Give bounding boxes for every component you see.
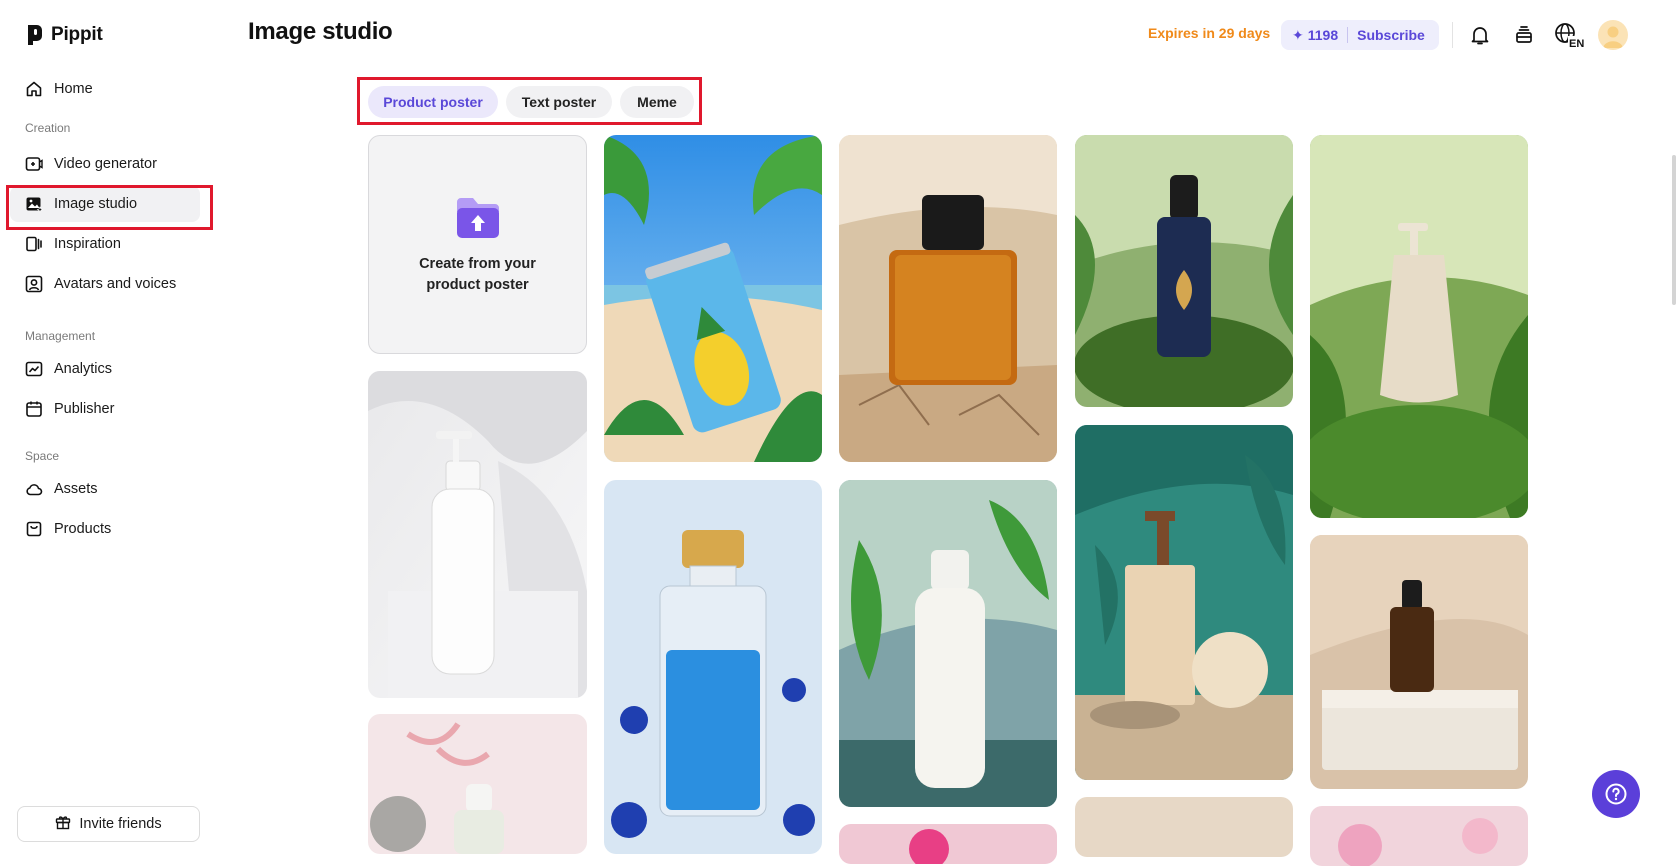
upload-card-text: Create from your product poster: [419, 255, 536, 293]
page-scrollbar[interactable]: [1672, 155, 1676, 305]
header-divider: [1452, 22, 1453, 48]
sidebar-item-publisher[interactable]: Publisher: [10, 391, 200, 427]
sidebar-item-label: Video generator: [54, 156, 157, 172]
user-avatar[interactable]: [1598, 20, 1628, 50]
page-title: Image studio: [248, 18, 393, 45]
analytics-icon: [24, 359, 44, 379]
sidebar-item-products[interactable]: Products: [10, 511, 200, 547]
upload-folder-icon: [456, 197, 499, 238]
sidebar-item-label: Avatars and voices: [54, 276, 177, 292]
sidebar-item-label: Home: [54, 81, 93, 97]
sidebar-item-analytics[interactable]: Analytics: [10, 351, 200, 387]
poster-white-bottle-water[interactable]: [839, 480, 1057, 807]
bell-icon[interactable]: [1466, 21, 1494, 49]
sidebar: Pippit Home Creation Video generator Ima…: [0, 0, 212, 852]
poster-pump-soap-teal[interactable]: [1075, 425, 1293, 780]
subscribe-button[interactable]: Subscribe: [1357, 27, 1425, 43]
sparkle-icon: ✦: [1292, 26, 1304, 43]
tab-text-poster[interactable]: Text poster: [506, 86, 612, 118]
sidebar-item-label: Inspiration: [54, 236, 121, 252]
invite-friends-button[interactable]: Invite friends: [17, 806, 200, 842]
sidebar-item-avatars-and-voices[interactable]: Avatars and voices: [10, 266, 200, 302]
poster-pump-bottle-ferns[interactable]: [1310, 135, 1528, 518]
poster-blue-perfume-bottle[interactable]: [604, 480, 822, 854]
language-globe-icon[interactable]: EN: [1554, 21, 1586, 49]
inspiration-icon: [24, 234, 44, 254]
invite-friends-label: Invite friends: [79, 816, 162, 832]
section-label-management: Management: [25, 329, 96, 343]
credits-subscribe-pill[interactable]: ✦ 1198 Subscribe: [1281, 20, 1439, 50]
pippit-logo[interactable]: Pippit: [25, 22, 103, 48]
language-code: EN: [1569, 38, 1584, 49]
gift-icon: [55, 814, 71, 834]
app-name: Pippit: [51, 24, 103, 45]
poster-pink-dropper-bottle[interactable]: [368, 714, 587, 854]
pippit-logo-icon: [28, 25, 42, 45]
sidebar-item-home[interactable]: Home: [10, 71, 200, 107]
sidebar-item-assets[interactable]: Assets: [10, 471, 200, 507]
help-button[interactable]: [1592, 770, 1640, 818]
poster-white-pump-bottle[interactable]: [368, 371, 587, 698]
section-label-space: Space: [25, 449, 60, 463]
poster-amber-perfume-bottle[interactable]: [839, 135, 1057, 462]
cloud-icon: [24, 479, 44, 499]
video-plus-icon: [24, 154, 44, 174]
tab-product-poster[interactable]: Product poster: [368, 86, 498, 118]
sidebar-item-inspiration[interactable]: Inspiration: [10, 226, 200, 262]
home-icon: [24, 79, 44, 99]
poster-beach-pineapple-can[interactable]: [604, 135, 822, 462]
credits-count: 1198: [1307, 27, 1339, 43]
poster-beige-partial[interactable]: [1075, 797, 1293, 857]
bag-icon: [24, 519, 44, 539]
poster-dropper-bottle-moss[interactable]: [1075, 135, 1293, 407]
sidebar-item-label: Analytics: [54, 361, 113, 377]
poster-pink-flower-partial[interactable]: [839, 824, 1057, 864]
image-sparkle-icon: [24, 194, 44, 214]
sidebar-item-label: Assets: [54, 481, 98, 497]
sidebar-item-video-generator[interactable]: Video generator: [10, 146, 200, 182]
section-label-creation: Creation: [25, 121, 71, 135]
calendar-icon: [24, 399, 44, 419]
create-from-product-poster-card[interactable]: Create from your product poster: [368, 135, 587, 354]
pill-divider: [1347, 27, 1349, 43]
poster-pink-flower-tile[interactable]: [1310, 806, 1528, 866]
inbox-icon[interactable]: [1510, 21, 1538, 49]
sidebar-item-label: Image studio: [54, 196, 138, 212]
sidebar-item-label: Publisher: [54, 401, 115, 417]
expiry-notice[interactable]: Expires in 29 days: [1148, 25, 1270, 41]
tab-meme[interactable]: Meme: [620, 86, 694, 118]
sidebar-item-label: Products: [54, 521, 112, 537]
avatar-icon: [24, 274, 44, 294]
question-icon: [1605, 783, 1627, 805]
sidebar-item-image-studio[interactable]: Image studio: [10, 186, 200, 222]
poster-amber-dropper-stone[interactable]: [1310, 535, 1528, 789]
